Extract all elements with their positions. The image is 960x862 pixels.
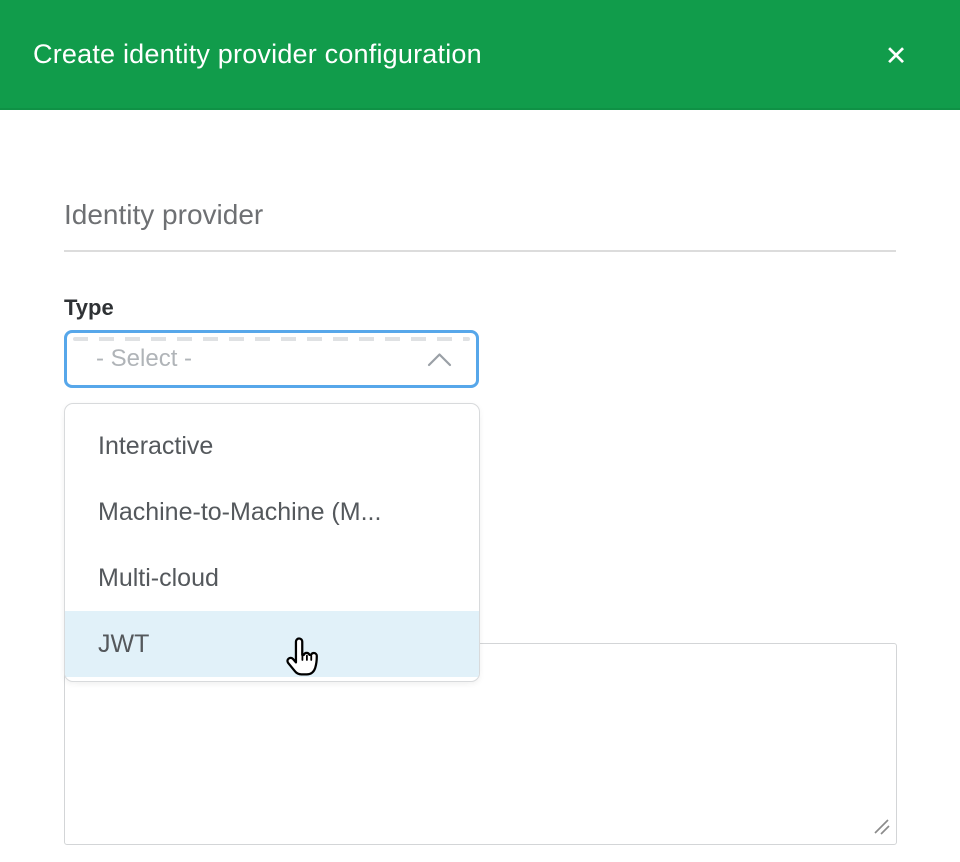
create-identity-provider-modal: Create identity provider configuration ✕…: [0, 0, 960, 862]
select-top-dashes: [73, 337, 470, 341]
dropdown-option-multi-cloud[interactable]: Multi-cloud: [65, 545, 479, 611]
modal-header: Create identity provider configuration ✕: [0, 0, 960, 110]
dropdown-option-machine-to-machine[interactable]: Machine-to-Machine (M...: [65, 479, 479, 545]
dropdown-option-interactive[interactable]: Interactive: [65, 413, 479, 479]
close-icon: ✕: [885, 43, 908, 70]
close-button[interactable]: ✕: [874, 34, 918, 78]
textarea-resize-handle-icon[interactable]: [873, 818, 893, 838]
section-divider: [64, 250, 896, 252]
select-placeholder: - Select -: [96, 345, 427, 373]
page-title: Create identity provider configuration: [33, 0, 482, 108]
type-dropdown-list: Interactive Machine-to-Machine (M... Mul…: [64, 403, 480, 682]
chevron-up-icon: [427, 352, 452, 367]
dropdown-option-jwt[interactable]: JWT: [65, 611, 479, 677]
type-select[interactable]: - Select -: [64, 330, 479, 388]
section-heading: Identity provider: [64, 199, 263, 231]
type-field-label: Type: [64, 295, 114, 321]
